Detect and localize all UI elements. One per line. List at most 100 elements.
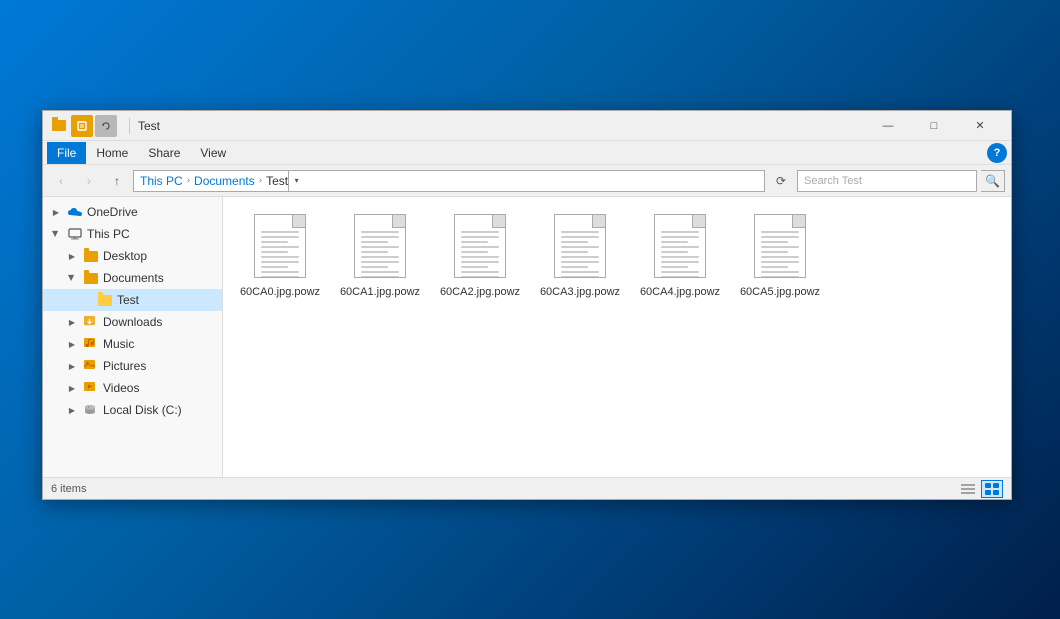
- doc-line: [261, 266, 288, 268]
- expand-arrow-downloads[interactable]: ▶: [65, 315, 79, 329]
- sidebar-label-desktop: Desktop: [103, 249, 147, 263]
- doc-lines: [361, 231, 399, 278]
- search-field[interactable]: Search Test: [797, 170, 977, 192]
- doc-line: [361, 256, 399, 258]
- refresh-button[interactable]: ⟳: [769, 169, 793, 193]
- sidebar-item-music[interactable]: ▶ Music: [43, 333, 222, 355]
- tab-share[interactable]: Share: [138, 142, 190, 164]
- sidebar-label-documents: Documents: [103, 271, 164, 285]
- doc-line: [661, 271, 699, 273]
- file-item[interactable]: 60CA0.jpg.powz: [235, 207, 325, 303]
- doc-line: [761, 246, 799, 248]
- file-item[interactable]: 60CA5.jpg.powz: [735, 207, 825, 303]
- window-title: Test: [138, 119, 865, 133]
- expand-arrow-thispc[interactable]: ▶: [49, 227, 63, 241]
- doc-page: [654, 214, 706, 278]
- doc-line: [761, 251, 788, 253]
- tab-view[interactable]: View: [190, 142, 236, 164]
- onedrive-icon: [67, 204, 83, 220]
- search-placeholder: Search Test: [804, 175, 862, 187]
- sidebar-item-pictures[interactable]: ▶ Pictures: [43, 355, 222, 377]
- sidebar-item-desktop[interactable]: ▶ Desktop: [43, 245, 222, 267]
- forward-button[interactable]: ›: [77, 169, 101, 193]
- sidebar-item-videos[interactable]: ▶ Videos: [43, 377, 222, 399]
- sidebar-label-pictures: Pictures: [103, 359, 146, 373]
- crumb-sep-2: ›: [259, 175, 262, 186]
- window-folder-icon: [51, 118, 67, 134]
- sidebar-item-localdisk[interactable]: ▶ Local Disk (C:): [43, 399, 222, 421]
- doc-line: [761, 276, 799, 278]
- downloads-icon: [83, 314, 99, 330]
- doc-line: [661, 256, 699, 258]
- sidebar-item-downloads[interactable]: ▶ Downloads: [43, 311, 222, 333]
- doc-lines: [461, 231, 499, 278]
- qa-properties-button[interactable]: [71, 115, 93, 137]
- search-button[interactable]: 🔍: [981, 170, 1005, 192]
- sidebar-item-documents[interactable]: ▶ Documents: [43, 267, 222, 289]
- doc-line: [661, 251, 688, 253]
- quick-access-toolbar: [71, 115, 117, 137]
- view-large-icons-button[interactable]: [981, 480, 1003, 498]
- crumb-documents[interactable]: Documents: [194, 174, 255, 188]
- doc-line: [361, 236, 399, 238]
- sidebar-item-onedrive[interactable]: ▶ OneDrive: [43, 201, 222, 223]
- expand-arrow-videos[interactable]: ▶: [65, 381, 79, 395]
- doc-line: [761, 231, 799, 233]
- tab-home[interactable]: Home: [86, 142, 138, 164]
- breadcrumb: This PC › Documents › Test: [140, 174, 288, 188]
- view-details-button[interactable]: [957, 480, 979, 498]
- sidebar-item-test[interactable]: ▶ Test: [43, 289, 222, 311]
- doc-line: [561, 261, 599, 263]
- sidebar-label-test: Test: [117, 293, 139, 307]
- qa-undo-button[interactable]: [95, 115, 117, 137]
- doc-line: [361, 246, 399, 248]
- sidebar: ▶ OneDrive ▶ This PC ▶ Desktop: [43, 197, 223, 477]
- doc-line: [661, 266, 688, 268]
- expand-arrow-music[interactable]: ▶: [65, 337, 79, 351]
- videos-icon: [83, 380, 99, 396]
- minimize-button[interactable]: —: [865, 111, 911, 141]
- statusbar: 6 items: [43, 477, 1011, 499]
- expand-arrow-localdisk[interactable]: ▶: [65, 403, 79, 417]
- file-name: 60CA3.jpg.powz: [540, 285, 620, 299]
- doc-line: [361, 241, 388, 243]
- file-item[interactable]: 60CA4.jpg.powz: [635, 207, 725, 303]
- expand-arrow-pictures[interactable]: ▶: [65, 359, 79, 373]
- doc-lines: [561, 231, 599, 278]
- doc-line: [461, 256, 499, 258]
- sidebar-label-thispc: This PC: [87, 227, 130, 241]
- address-field[interactable]: This PC › Documents › Test ▾: [133, 170, 765, 192]
- doc-lines: [761, 231, 799, 278]
- expand-arrow-desktop[interactable]: ▶: [65, 249, 79, 263]
- crumb-thispc[interactable]: This PC: [140, 174, 183, 188]
- file-item[interactable]: 60CA2.jpg.powz: [435, 207, 525, 303]
- sidebar-label-downloads: Downloads: [103, 315, 162, 329]
- file-icon: [550, 211, 610, 281]
- help-button[interactable]: ?: [987, 143, 1007, 163]
- doc-line: [761, 261, 799, 263]
- doc-line: [361, 231, 399, 233]
- maximize-button[interactable]: □: [911, 111, 957, 141]
- up-button[interactable]: ↑: [105, 169, 129, 193]
- titlebar-separator: [129, 118, 130, 134]
- doc-page: [754, 214, 806, 278]
- close-button[interactable]: ✕: [957, 111, 1003, 141]
- back-button[interactable]: ‹: [49, 169, 73, 193]
- doc-line: [661, 246, 699, 248]
- doc-line: [661, 231, 699, 233]
- status-item-count: 6 items: [51, 483, 957, 495]
- file-item[interactable]: 60CA1.jpg.powz: [335, 207, 425, 303]
- address-dropdown[interactable]: ▾: [288, 170, 304, 192]
- sidebar-item-thispc[interactable]: ▶ This PC: [43, 223, 222, 245]
- tab-file[interactable]: File: [47, 142, 86, 164]
- doc-line: [561, 256, 599, 258]
- doc-line: [661, 276, 699, 278]
- doc-line: [461, 261, 499, 263]
- expand-arrow-documents[interactable]: ▶: [65, 271, 79, 285]
- expand-arrow-onedrive[interactable]: ▶: [49, 205, 63, 219]
- view-buttons: [957, 480, 1003, 498]
- file-item[interactable]: 60CA3.jpg.powz: [535, 207, 625, 303]
- doc-line: [261, 241, 288, 243]
- crumb-current: Test: [266, 174, 288, 188]
- documents-icon: [83, 270, 99, 286]
